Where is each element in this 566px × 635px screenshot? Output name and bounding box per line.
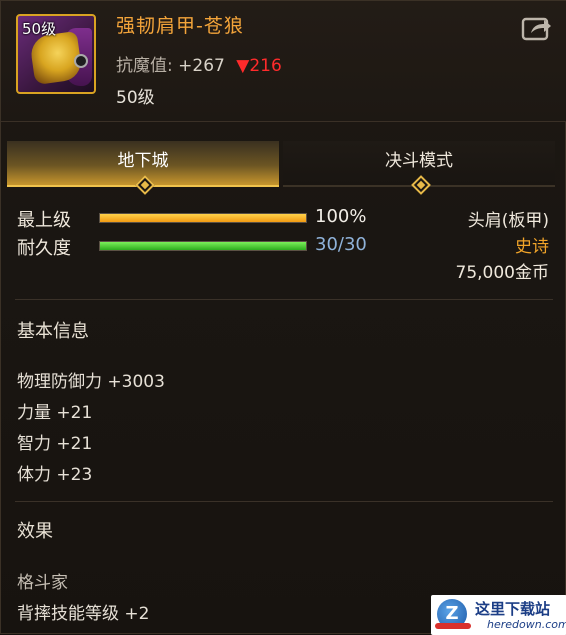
tab-dungeon-label: 地下城 [117, 151, 169, 171]
magic-resist-line: 抗魔值: +267 ▼216 [116, 51, 282, 76]
share-icon [521, 17, 551, 41]
durability-bar-fill [100, 242, 306, 250]
item-level: 50级 [116, 88, 155, 108]
upgrade-bar [99, 213, 307, 223]
mode-tabs: 地下城 决斗模式 [7, 141, 555, 195]
watermark-logo: 这里下载站 heredown.com [431, 595, 566, 635]
effect-class: 格斗家 [17, 573, 68, 593]
equip-slot: 头肩(板甲) [467, 211, 549, 231]
stat-line-strength: 力量 +21 [17, 403, 93, 423]
sell-price: 75,000金币 [455, 263, 549, 283]
durability-value: 30/30 [315, 234, 367, 255]
divider [15, 299, 553, 300]
upgrade-value: 100% [315, 206, 367, 227]
resist-value: +267 [178, 56, 225, 76]
effect-title: 效果 [17, 521, 53, 542]
upgrade-label: 最上级 [17, 210, 71, 231]
stat-line-intelligence: 智力 +21 [17, 434, 93, 454]
diamond-icon [135, 175, 155, 195]
icon-level-badge: 50级 [22, 20, 57, 38]
watermark-url: heredown.com [487, 618, 566, 631]
diamond-icon [411, 175, 431, 195]
stat-line-defense: 物理防御力 +3003 [17, 372, 165, 392]
rarity-label: 史诗 [515, 237, 549, 257]
item-name: 强韧肩甲-苍狼 [116, 15, 244, 37]
shoulder-armor-icon: 50级 [16, 14, 96, 94]
divider [15, 501, 553, 502]
durability-bar [99, 241, 307, 251]
tab-dungeon[interactable]: 地下城 [7, 141, 279, 195]
tab-pvp[interactable]: 决斗模式 [283, 141, 555, 195]
resist-label: 抗魔值: [116, 56, 173, 76]
watermark-name: 这里下载站 [475, 600, 551, 618]
item-tooltip: 50级 强韧肩甲-苍狼 抗魔值: +267 ▼216 50级 地下城 决斗模式 … [0, 0, 566, 635]
effect-skill-bonus: 背摔技能等级 +2 [17, 604, 150, 624]
tab-pvp-label: 决斗模式 [385, 151, 453, 171]
share-button[interactable] [521, 15, 553, 41]
resist-diff: ▼216 [236, 56, 282, 76]
upgrade-bar-fill [100, 214, 306, 222]
basic-info-title: 基本信息 [17, 321, 89, 342]
stat-line-vitality: 体力 +23 [17, 465, 93, 485]
item-header: 50级 强韧肩甲-苍狼 抗魔值: +267 ▼216 50级 [1, 1, 566, 122]
durability-label: 耐久度 [17, 238, 71, 259]
